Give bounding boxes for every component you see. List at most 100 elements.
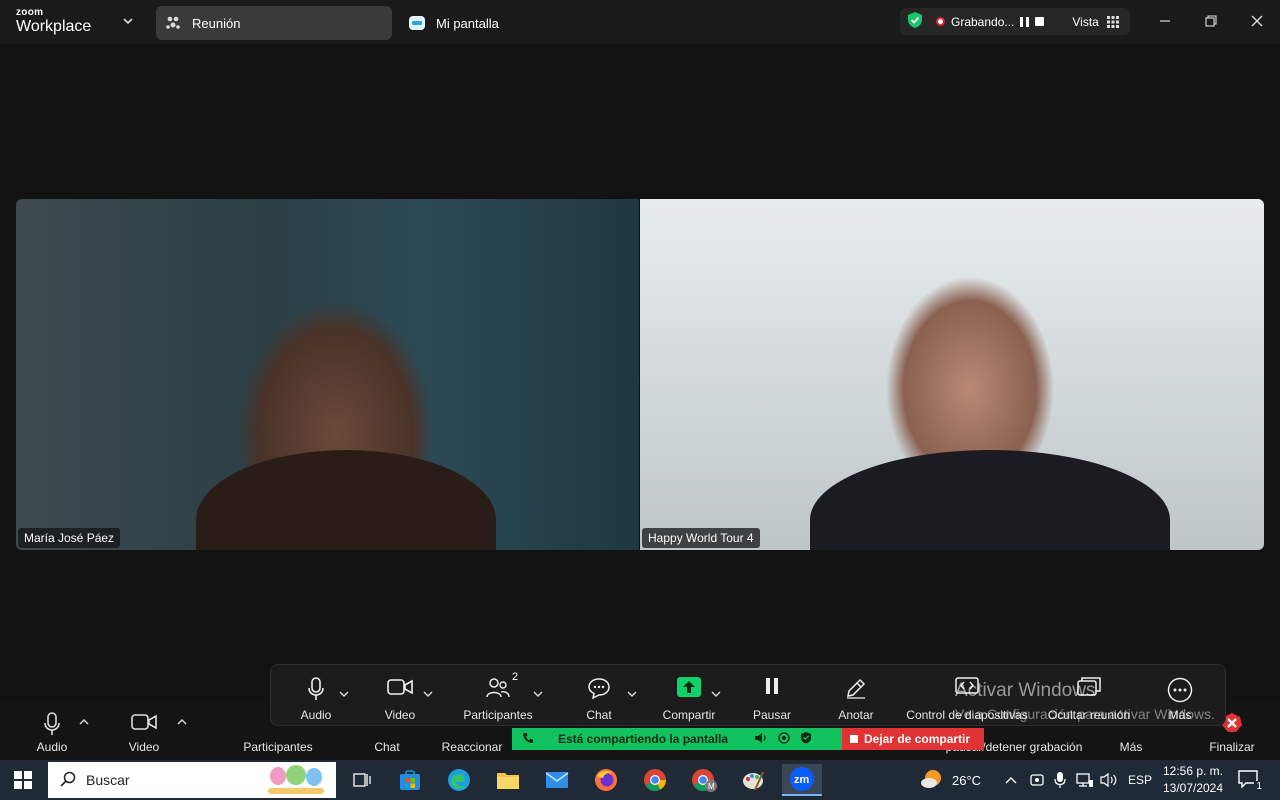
taskbar-search-input[interactable]: Buscar [48,762,336,798]
participants-label: Participantes [243,740,313,754]
search-icon [60,771,76,790]
brand-line1: zoom [16,7,44,18]
chrome-icon[interactable] [637,764,673,796]
brand-line2: Workplace [16,18,92,35]
audio-button[interactable]: Audio [32,702,72,760]
view-label: Vista [1072,14,1099,29]
grid-icon [1106,15,1119,28]
video-feed [810,450,1170,550]
annotate-button[interactable]: Anotar [835,665,877,725]
weather-widget[interactable]: 26°C [920,760,981,800]
shield-icon [800,731,812,747]
chevron-down-icon[interactable] [122,14,134,32]
shield-check-icon [906,11,924,32]
share-chat-button[interactable]: Chat [579,665,619,725]
notification-count: 1 [1254,781,1264,792]
chevron-down-icon[interactable] [711,685,721,697]
stop-sharing-button[interactable]: Dejar de compartir [842,728,984,750]
pause-share-button[interactable]: Pausar [751,665,793,725]
video-camera-icon [131,712,157,735]
search-highlight-icon [258,764,334,799]
tray-chevron-icon[interactable] [1004,760,1018,800]
recording-label: Grabando... [951,14,1015,29]
react-label: Reaccionar [441,740,503,754]
minimize-icon[interactable] [1153,10,1177,32]
recording-status: Grabando... Vista [900,8,1130,35]
meet-now-icon[interactable] [1030,760,1044,800]
participant-name: María José Páez [18,528,121,548]
windows-taskbar: Buscar M zm 26°C ESP 12:56 p. m. 13/07/2… [0,760,1280,800]
stop-icon [850,735,858,743]
mail-icon[interactable] [539,764,575,796]
weather-temp: 26°C [952,772,982,788]
participant-name: Happy World Tour 4 [642,528,760,548]
paint-app-icon[interactable] [735,764,771,796]
clock[interactable]: 12:56 p. m. 13/07/2024 [1158,763,1228,797]
activation-watermark-title: Activar Windows [955,680,1096,701]
participants-icon [486,677,510,702]
language-label: ESP [1128,773,1153,787]
more-label: Más [1119,740,1143,754]
audio-label: Audio [36,740,68,754]
file-explorer-icon[interactable] [490,764,526,796]
phone-icon [522,732,534,747]
pause-recording-icon[interactable] [1020,16,1030,27]
edge-browser-icon[interactable] [441,764,477,796]
share-arrow-icon [677,677,701,697]
share-screen-button[interactable]: Compartir [659,665,719,725]
share-audio-button[interactable]: Audio [293,665,339,725]
volume-icon[interactable] [1100,760,1118,800]
network-icon[interactable] [1076,760,1094,800]
windows-start-icon[interactable] [14,771,32,794]
chevron-down-icon[interactable] [339,685,349,697]
view-button[interactable]: Vista [1072,14,1119,29]
firefox-icon[interactable] [588,764,624,796]
sharing-status-bar[interactable]: Está compartiendo la pantalla [512,728,842,750]
share-chat-label: Chat [586,708,612,722]
restore-icon[interactable] [1199,10,1223,32]
pause-icon [764,677,780,698]
close-icon[interactable] [1245,10,1269,32]
tab-meeting[interactable]: Reunión [156,6,392,40]
chat-label: Chat [374,740,400,754]
chrome-profile-icon[interactable]: M [686,764,722,796]
video-button[interactable]: Video [124,702,164,760]
chevron-down-icon[interactable] [627,685,637,697]
speaker-icon [754,732,768,747]
chevron-down-icon[interactable] [423,685,433,697]
share-video-button[interactable]: Video [377,665,423,725]
clock-date: 13/07/2024 [1162,781,1224,795]
svg-text:zm: zm [794,774,810,786]
weather-icon [920,768,944,793]
svg-text:M: M [708,782,715,791]
video-caret-icon[interactable] [176,702,188,760]
pause-share-label: Pausar [752,708,792,722]
activation-watermark-subtitle: Ve a Configuración para activar Windows. [955,706,1215,722]
video-tile-participant-2[interactable]: Happy World Tour 4 [640,199,1264,550]
tab-my-screen-label: Mi pantalla [436,15,499,31]
zoom-app-icon[interactable]: zm [782,764,822,796]
tab-meeting-label: Reunión [192,15,241,31]
video-tile-participant-1[interactable]: María José Páez [16,199,639,550]
language-indicator[interactable]: ESP [1128,760,1152,800]
zoom-logo: zoom Workplace [16,8,91,35]
task-view-icon[interactable] [344,764,380,796]
stop-recording-icon[interactable] [1035,17,1045,26]
mic-tray-icon[interactable] [1054,760,1066,800]
notifications-button[interactable]: 1 [1238,760,1264,800]
share-participants-button[interactable]: Participantes [461,665,535,725]
sharing-message: Está compartiendo la pantalla [558,732,729,746]
annotate-label: Anotar [838,708,874,722]
share-participants-label: Participantes [463,708,533,722]
stop-sharing-label: Dejar de compartir [864,732,971,746]
search-placeholder: Buscar [86,772,130,788]
notification-icon: 1 [1238,770,1264,792]
audio-caret-icon[interactable] [78,702,90,760]
screen-app-icon [408,14,426,32]
chevron-down-icon[interactable] [533,685,543,697]
microsoft-store-icon[interactable] [392,764,428,796]
microphone-icon [306,677,326,704]
recording-dot-icon [936,17,945,26]
tab-my-screen[interactable]: Mi pantalla [400,6,600,40]
chat-icon [587,677,611,702]
